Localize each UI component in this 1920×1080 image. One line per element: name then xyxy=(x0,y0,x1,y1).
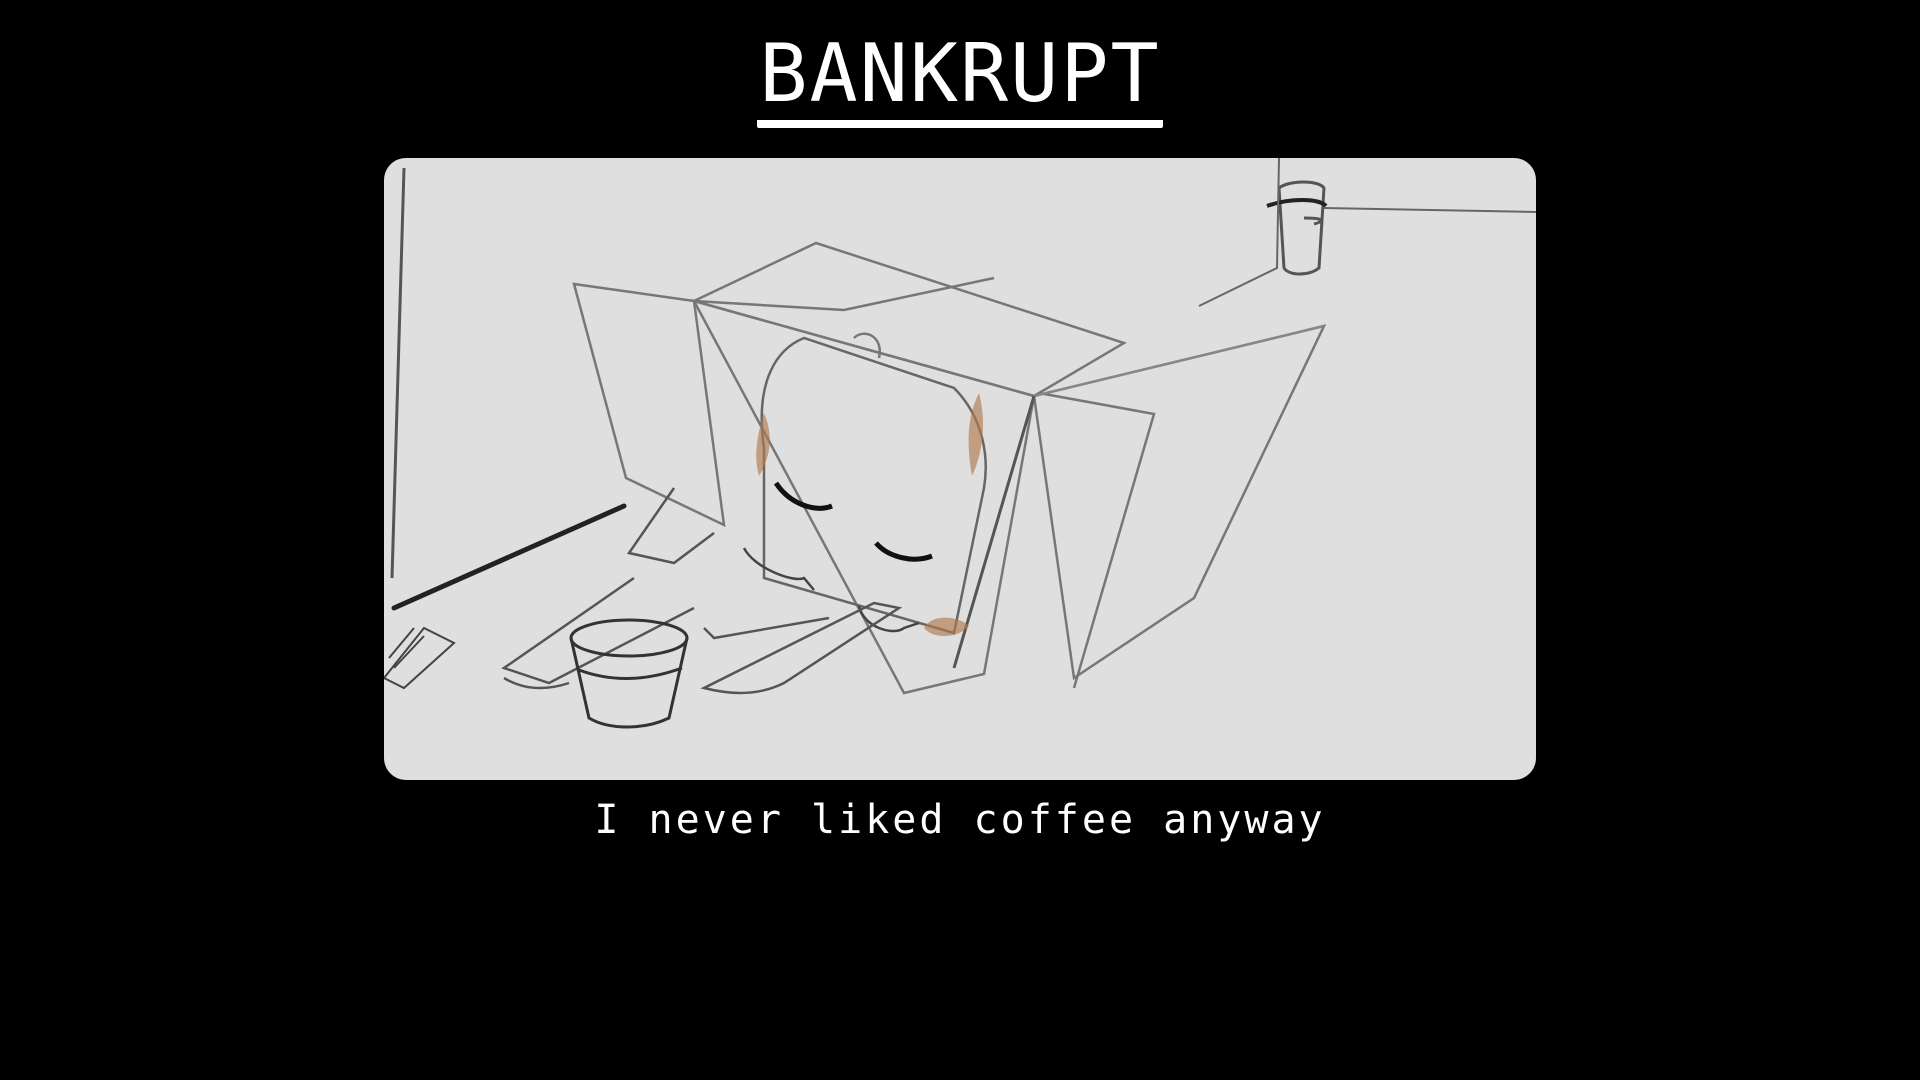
wall-edge xyxy=(390,167,406,579)
coffee-cup-icon xyxy=(569,618,689,729)
trash-can xyxy=(1266,180,1328,276)
baseboard-line xyxy=(391,503,627,611)
legs xyxy=(501,487,903,695)
game-title: BANKRUPT xyxy=(757,28,1163,128)
cutscene-illustration xyxy=(384,158,1536,780)
sleeping-person xyxy=(742,336,987,635)
title-bar: BANKRUPT xyxy=(0,28,1920,128)
dialogue-caption: I never liked coffee anyway xyxy=(594,797,1326,843)
coffee-stain xyxy=(756,393,984,637)
floor-object xyxy=(384,626,456,690)
sketch-drawing xyxy=(384,158,1536,729)
